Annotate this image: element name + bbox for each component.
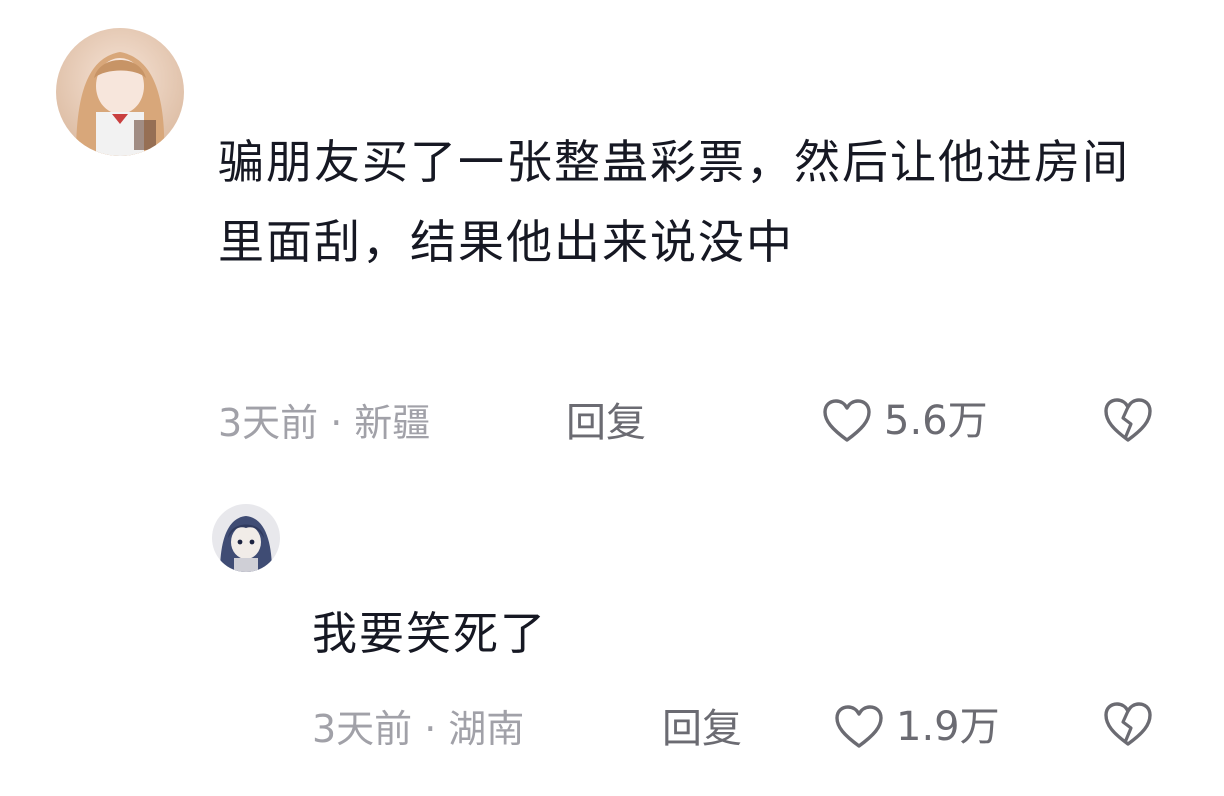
comment-location: 新疆: [354, 401, 431, 445]
like-count: 5.6万: [884, 398, 988, 444]
like-count: 1.9万: [896, 704, 1000, 750]
reply-time: 3天前: [312, 707, 413, 751]
like-button[interactable]: 1.9万: [834, 702, 1000, 752]
like-button[interactable]: 5.6万: [822, 396, 988, 446]
comment-text: 骗朋友买了一张整蛊彩票，然后让他进房间里面刮，结果他出来说没中: [218, 135, 1130, 269]
reply-location: 湖南: [448, 707, 525, 751]
reply-button[interactable]: 回复: [662, 704, 742, 754]
heart-outline-icon: [823, 399, 871, 442]
reply-text: 我要笑死了: [312, 607, 548, 660]
dislike-button[interactable]: [1102, 396, 1154, 444]
meta-separator: ·: [424, 707, 437, 751]
reply-meta: 3天前 · 湖南: [312, 704, 524, 754]
broken-heart-icon: [1104, 702, 1152, 746]
dislike-button[interactable]: [1102, 700, 1154, 748]
heart-outline-icon: [835, 705, 883, 748]
comment-meta: 3天前 · 新疆: [218, 398, 430, 448]
broken-heart-icon: [1104, 398, 1152, 442]
reply-button[interactable]: 回复: [566, 398, 646, 448]
comment-avatar[interactable]: [56, 28, 184, 156]
user-avatar-icon: [56, 28, 184, 156]
user-avatar-icon: [212, 504, 280, 572]
reply-avatar[interactable]: [212, 504, 280, 572]
comment-time: 3天前: [218, 401, 319, 445]
meta-separator: ·: [330, 401, 343, 445]
